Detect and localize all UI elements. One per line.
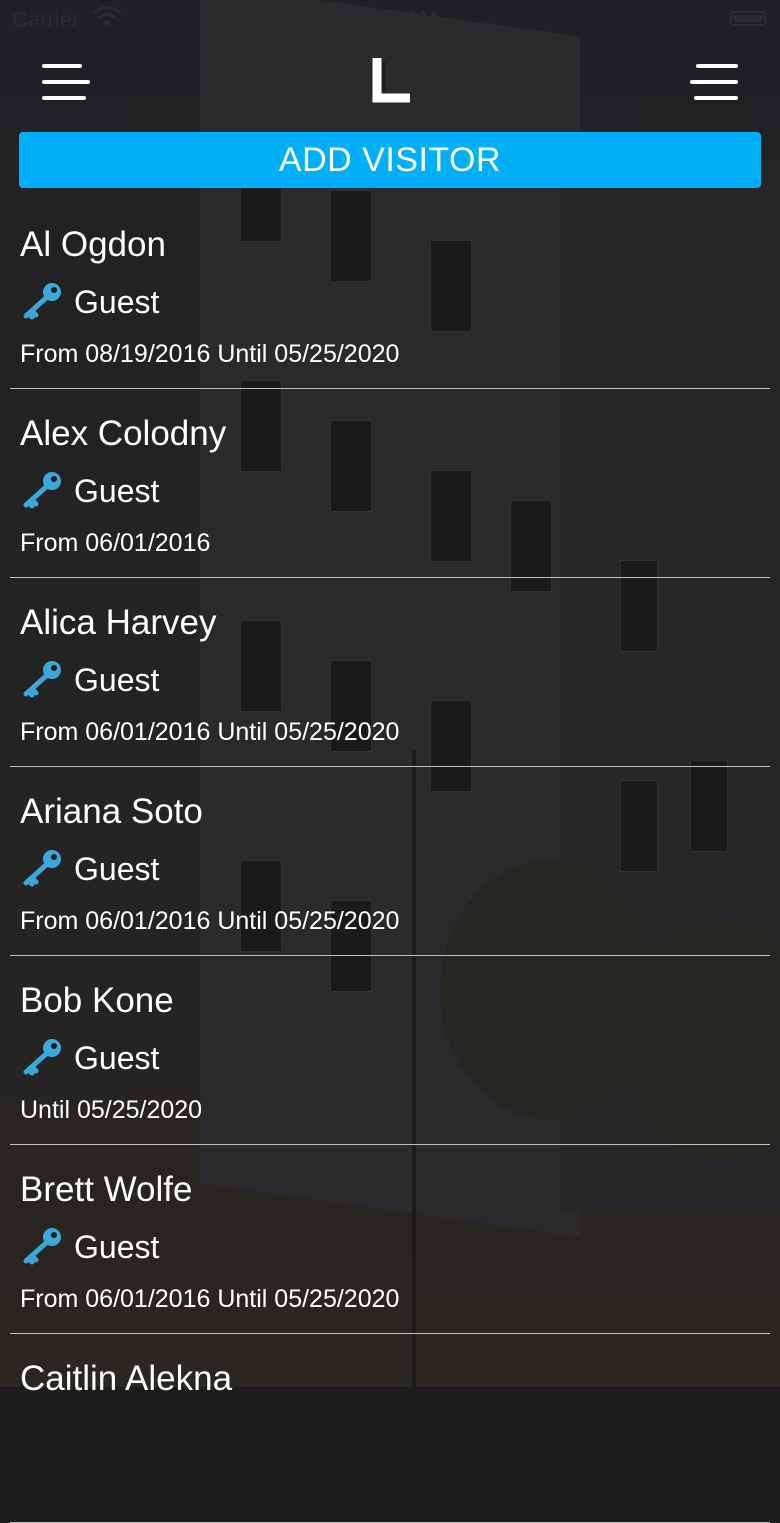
key-icon (23, 1038, 61, 1076)
visitor-row[interactable]: Alex Colodny Guest From 06/01/2016 (10, 389, 770, 578)
visitor-role: Guest (20, 849, 160, 892)
visitor-dates: Until 05/25/2020 (20, 1096, 203, 1124)
visitor-role-label: Guest (74, 662, 160, 698)
visitor-role: Guest (20, 660, 160, 703)
visitor-role: Guest (20, 471, 160, 514)
status-bar: Carrier 10:18 AM (0, 0, 780, 40)
visitor-role: Guest (20, 1227, 160, 1270)
visitor-role-label: Guest (74, 1229, 160, 1265)
visitor-name: Al Ogdon (20, 225, 166, 264)
visitor-row[interactable]: Ariana Soto Guest From 06/01/2016 Until … (10, 767, 770, 956)
visitor-role: Guest (20, 282, 160, 325)
add-visitor-button[interactable]: ADD VISITOR (19, 132, 761, 188)
key-icon (23, 471, 61, 509)
visitor-role-label: Guest (74, 284, 160, 320)
visitor-dates: From 06/01/2016 Until 05/25/2020 (20, 718, 400, 746)
visitor-role-label: Guest (74, 473, 160, 509)
visitor-list: Al Ogdon Guest From 08/19/2016 Until 05/… (0, 200, 780, 1523)
key-icon (23, 849, 61, 887)
visitor-dates: From 06/01/2016 Until 05/25/2020 (20, 907, 400, 935)
visitor-row[interactable]: Alica Harvey Guest From 06/01/2016 Until… (10, 578, 770, 767)
battery-icon (730, 11, 766, 26)
hamburger-menu-icon[interactable] (42, 64, 90, 104)
visitor-name: Alex Colodny (20, 414, 227, 453)
visitor-role: Guest (20, 1038, 160, 1081)
visitor-dates: From 06/01/2016 Until 05/25/2020 (20, 1285, 400, 1313)
visitor-name: Bob Kone (20, 981, 174, 1020)
visitor-row[interactable]: Al Ogdon Guest From 08/19/2016 Until 05/… (10, 200, 770, 389)
visitor-row[interactable]: Caitlin Alekna (10, 1334, 770, 1523)
top-navigation-bar (0, 40, 780, 130)
visitor-role-label: Guest (74, 851, 160, 887)
visitor-name: Brett Wolfe (20, 1170, 193, 1209)
visitor-row[interactable]: Bob Kone Guest Until 05/25/2020 (10, 956, 770, 1145)
key-icon (23, 282, 61, 320)
visitor-dates: From 06/01/2016 (20, 529, 211, 557)
key-icon (23, 1227, 61, 1265)
visitor-name: Ariana Soto (20, 792, 203, 831)
list-menu-icon[interactable] (690, 64, 738, 104)
key-icon (23, 660, 61, 698)
building-l-logo (372, 58, 410, 103)
visitor-name: Alica Harvey (20, 603, 217, 642)
visitor-dates: From 08/19/2016 Until 05/25/2020 (20, 340, 400, 368)
visitor-name: Caitlin Alekna (20, 1359, 233, 1398)
status-time: 10:18 AM (342, 7, 438, 32)
visitor-role-label: Guest (74, 1040, 160, 1076)
visitor-row[interactable]: Brett Wolfe Guest From 06/01/2016 Until … (10, 1145, 770, 1334)
